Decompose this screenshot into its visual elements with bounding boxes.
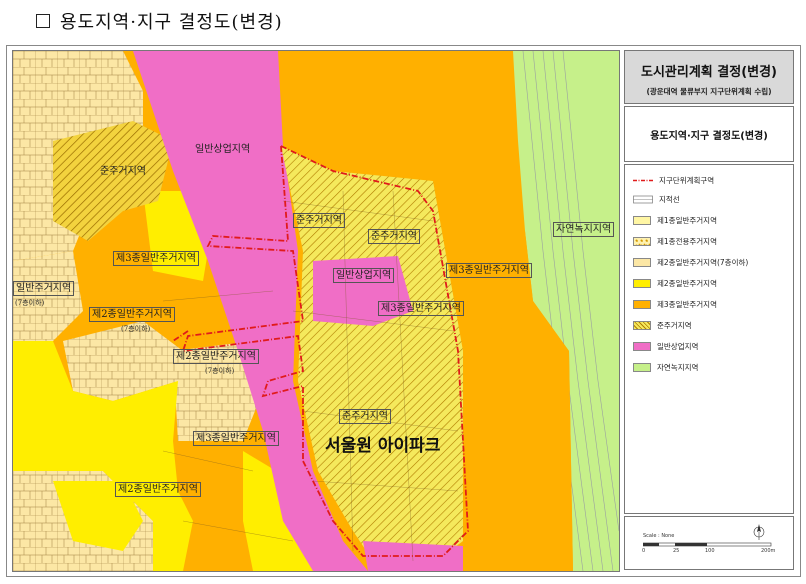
swatch-general-commercial (633, 341, 651, 351)
label-third-residential-east: 제3종일반주거지역 (446, 263, 532, 278)
label-third-residential-south: 제3종일반주거지역 (193, 431, 279, 446)
legend-items: 지구단위계획구역 지적선 제1종일반주거지역 제1종전용주거지역 제2종일반주거… (624, 164, 794, 514)
label-landmark-seoul-one-ipark: 서울원 아이파크 (325, 436, 441, 456)
scale-label: Scale : None (643, 533, 675, 539)
label-semi-residential-small: 준주거지역 (368, 229, 420, 244)
label-third-residential-center: 제3종일반주거지역 (378, 301, 464, 316)
legend-item-second-residential-7f: 제2종일반주거지역(7층이하) (633, 256, 748, 268)
legend-item-natural-green: 자연녹지지역 (633, 361, 698, 373)
checkbox-bullet-icon (36, 14, 50, 28)
district-boundary-line-icon (633, 179, 653, 181)
label-commercial-center: 일반상업지역 (333, 268, 395, 283)
legend-scale-box: Scale : None 0 25 100 200m (624, 516, 794, 570)
legend-item-first-exclusive: 제1종전용주거지역 (633, 235, 717, 247)
swatch-first-exclusive (633, 236, 651, 246)
legend-item-semi-residential: 준주거지역 (633, 319, 692, 331)
scale-tick-100: 100 (705, 548, 715, 554)
swatch-natural-green (633, 362, 651, 372)
swatch-second-residential-7f (633, 257, 651, 267)
zoning-map[interactable]: 일반상업지역 준주거지역 준주거지역 준주거지역 제3종일반주거지역 제3종일반… (12, 50, 620, 572)
page-heading: 용도지역·지구 결정도(변경) (36, 8, 283, 34)
legend-item-district-boundary: 지구단위계획구역 (633, 174, 714, 186)
parcel-line-icon (633, 195, 653, 203)
legend-title-box: 도시관리계획 결정(변경) (광운대역 물류부지 지구단위계획 수립) (624, 50, 794, 104)
label-second-residential-left: 제2종일반주거지역 (89, 307, 175, 322)
legend-subtitle: (광운대역 물류부지 지구단위계획 수립) (646, 87, 772, 96)
scale-tick-25: 25 (673, 548, 680, 554)
label-second-residential-mid-sub: (7층이하) (205, 367, 235, 375)
legend-panel: 도시관리계획 결정(변경) (광운대역 물류부지 지구단위계획 수립) 용도지역… (624, 50, 794, 570)
scale-tick-0: 0 (642, 548, 646, 554)
swatch-first-residential (633, 215, 651, 225)
swatch-second-residential (633, 278, 651, 288)
legend-item-general-commercial: 일반상업지역 (633, 340, 698, 352)
legend-item-first-residential: 제1종일반주거지역 (633, 214, 717, 226)
label-semi-residential-nw: 준주거지역 (100, 166, 146, 177)
label-semi-residential-south: 준주거지역 (339, 409, 391, 424)
legend-map-name: 용도지역·지구 결정도(변경) (624, 106, 794, 162)
label-second-residential-mid: 제2종일반주거지역 (173, 349, 259, 364)
legend-title: 도시관리계획 결정(변경) (640, 65, 777, 80)
label-third-residential-west: 제3종일반주거지역 (113, 251, 199, 266)
heading-text: 용도지역·지구 결정도(변경) (60, 12, 283, 33)
swatch-semi-residential (633, 320, 651, 330)
legend-item-second-residential: 제2종일반주거지역 (633, 277, 717, 289)
scale-tick-200m: 200m (761, 548, 776, 554)
label-natural-green: 자연녹지지역 (553, 222, 615, 237)
label-semi-residential-center: 준주거지역 (293, 213, 345, 228)
north-arrow-icon (753, 524, 765, 540)
label-first-residential-left: 일반주거지역 (13, 281, 75, 296)
label-second-residential-left-sub: (7층이하) (121, 325, 151, 333)
legend-item-third-residential: 제3종일반주거지역 (633, 298, 717, 310)
swatch-third-residential (633, 299, 651, 309)
legend-item-parcel-line: 지적선 (633, 193, 680, 205)
label-commercial-top: 일반상업지역 (195, 144, 251, 155)
label-second-residential-south: 제2종일반주거지역 (115, 482, 201, 497)
label-first-residential-left-sub: (7층이하) (15, 299, 45, 307)
